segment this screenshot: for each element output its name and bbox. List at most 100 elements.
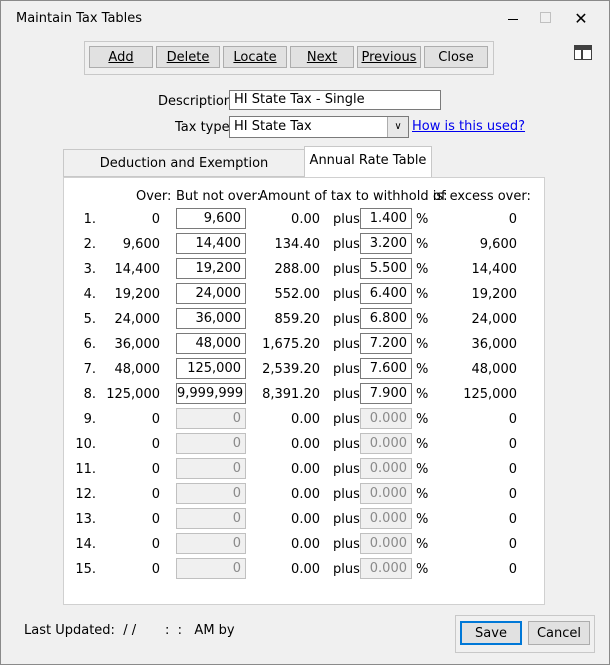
cancel-button[interactable]: Cancel <box>528 621 590 645</box>
excess-value: 36,000 <box>471 337 518 352</box>
excess-value: 0 <box>508 437 517 452</box>
percent-label: % <box>416 487 429 502</box>
amount-value: 8,391.20 <box>262 387 320 402</box>
amount-value: 134.40 <box>274 237 321 252</box>
percent-label: % <box>416 412 429 427</box>
add-button[interactable]: Add <box>89 46 153 68</box>
not-over-input[interactable]: 125,000 <box>176 358 246 379</box>
rate-input[interactable]: 5.500 <box>360 258 412 279</box>
previous-button[interactable]: Previous <box>357 46 421 68</box>
over-value: 36,000 <box>114 337 161 352</box>
row-number: 8. <box>83 387 96 402</box>
excess-value: 0 <box>508 537 517 552</box>
row-number: 3. <box>83 262 96 277</box>
not-over-input[interactable]: 19,200 <box>176 258 246 279</box>
not-over-input[interactable]: 14,400 <box>176 233 246 254</box>
rate-input[interactable]: 6.400 <box>360 283 412 304</box>
plus-label: plus <box>333 287 360 302</box>
next-button[interactable]: Next <box>290 46 354 68</box>
tax-type-select[interactable]: HI State Tax ∨ <box>229 116 409 138</box>
not-over-input: 0 <box>176 483 246 504</box>
rate-input: 0.000 <box>360 408 412 429</box>
excess-value: 0 <box>508 512 517 527</box>
row-number: 9. <box>83 412 96 427</box>
locate-button[interactable]: Locate <box>223 46 287 68</box>
plus-label: plus <box>333 362 360 377</box>
excess-value: 0 <box>508 412 517 427</box>
over-value: 0 <box>151 512 160 527</box>
description-field[interactable]: HI State Tax - Single <box>229 90 441 110</box>
description-label: Description: <box>158 94 237 109</box>
plus-label: plus <box>333 312 360 327</box>
amount-value: 288.00 <box>274 262 321 277</box>
chevron-down-icon[interactable]: ∨ <box>387 117 408 137</box>
excess-value: 125,000 <box>463 387 517 402</box>
next-button-label: Next <box>306 50 338 65</box>
not-over-input[interactable]: 36,000 <box>176 308 246 329</box>
rate-input[interactable]: 6.800 <box>360 308 412 329</box>
over-value: 9,600 <box>122 237 160 252</box>
percent-label: % <box>416 362 429 377</box>
amount-value: 0.00 <box>291 462 320 477</box>
rate-input[interactable]: 7.600 <box>360 358 412 379</box>
excess-value: 24,000 <box>471 312 518 327</box>
row-number: 14. <box>75 537 96 552</box>
amount-value: 0.00 <box>291 487 320 502</box>
not-over-input: 0 <box>176 458 246 479</box>
close-window-button[interactable]: ✕ <box>569 7 593 31</box>
rate-input[interactable]: 7.200 <box>360 333 412 354</box>
close-button[interactable]: Close <box>424 46 488 68</box>
rate-input: 0.000 <box>360 558 412 579</box>
not-over-input: 0 <box>176 408 246 429</box>
plus-label: plus <box>333 437 360 452</box>
previous-button-label: Previous <box>361 50 417 65</box>
rate-input: 0.000 <box>360 483 412 504</box>
header-over: Over: <box>136 189 172 204</box>
percent-label: % <box>416 337 429 352</box>
tab-deduction-exemption[interactable]: Deduction and Exemption Information <box>63 149 305 199</box>
plus-label: plus <box>333 237 360 252</box>
locate-button-label: Locate <box>233 50 277 65</box>
rate-input: 0.000 <box>360 533 412 554</box>
over-value: 0 <box>151 562 160 577</box>
plus-label: plus <box>333 487 360 502</box>
row-number: 11. <box>75 462 96 477</box>
plus-label: plus <box>333 412 360 427</box>
not-over-input: 0 <box>176 508 246 529</box>
over-value: 0 <box>151 412 160 427</box>
row-number: 6. <box>83 337 96 352</box>
minimize-button[interactable] <box>501 7 525 31</box>
plus-label: plus <box>333 537 360 552</box>
not-over-input[interactable]: 9,600 <box>176 208 246 229</box>
row-number: 2. <box>83 237 96 252</box>
amount-value: 0.00 <box>291 437 320 452</box>
rate-input: 0.000 <box>360 508 412 529</box>
tax-type-value: HI State Tax <box>234 119 312 134</box>
amount-value: 0.00 <box>291 562 320 577</box>
row-number: 10. <box>75 437 96 452</box>
percent-label: % <box>416 262 429 277</box>
how-used-link[interactable]: How is this used? <box>412 119 525 134</box>
not-over-input[interactable]: 9,999,999 <box>176 383 246 404</box>
row-number: 1. <box>83 212 96 227</box>
not-over-input[interactable]: 24,000 <box>176 283 246 304</box>
over-value: 48,000 <box>114 362 161 377</box>
not-over-input: 0 <box>176 433 246 454</box>
layout-icon[interactable] <box>574 45 592 60</box>
plus-label: plus <box>333 212 360 227</box>
amount-value: 0.00 <box>291 212 320 227</box>
save-button[interactable]: Save <box>460 621 522 645</box>
rate-input[interactable]: 7.900 <box>360 383 412 404</box>
excess-value: 0 <box>508 562 517 577</box>
percent-label: % <box>416 212 429 227</box>
rate-input[interactable]: 3.200 <box>360 233 412 254</box>
header-amount: Amount of tax to withhold is: <box>259 189 448 204</box>
over-value: 0 <box>151 437 160 452</box>
delete-button[interactable]: Delete <box>156 46 220 68</box>
rate-input[interactable]: 1.400 <box>360 208 412 229</box>
tab-annual-rate-table[interactable]: Annual Rate Table <box>304 146 432 177</box>
title-bar: Maintain Tax Tables ✕ <box>1 1 609 37</box>
excess-value: 0 <box>508 487 517 502</box>
not-over-input[interactable]: 48,000 <box>176 333 246 354</box>
percent-label: % <box>416 237 429 252</box>
